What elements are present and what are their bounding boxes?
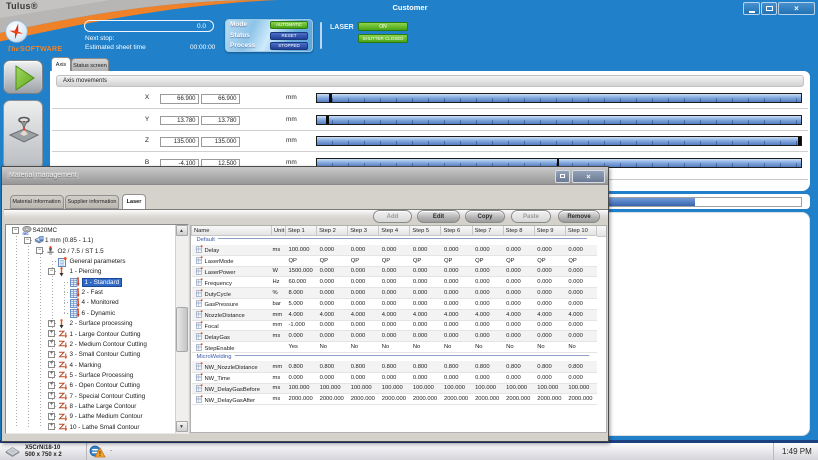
svg-text:mc: mc bbox=[22, 230, 29, 234]
